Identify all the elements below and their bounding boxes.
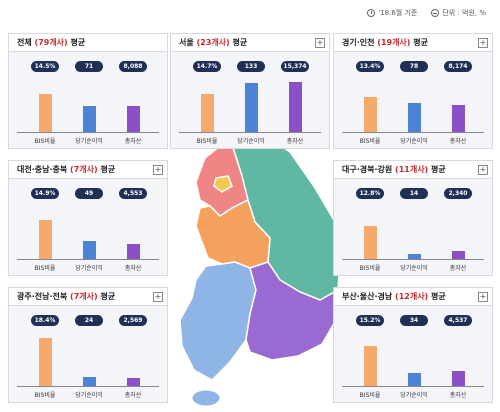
expand-button[interactable]: +	[478, 164, 488, 175]
panel-seoul: 서울 (23개사) 평균 + 14.7% 133 15,374 BIS비율 당기…	[170, 33, 330, 149]
map-region-jeolla	[179, 261, 257, 381]
bar-bis	[364, 97, 377, 132]
value-asset: 4,537	[444, 315, 472, 326]
value-bis: 12.8%	[356, 188, 384, 199]
value-net: 78	[400, 61, 428, 72]
label-bis: BIS비율	[196, 138, 218, 145]
value-bis: 15.2%	[356, 315, 384, 326]
label-bis: BIS비율	[359, 138, 381, 145]
label-asset: 총자산	[286, 138, 304, 145]
value-asset: 2,569	[119, 315, 147, 326]
expand-button[interactable]: +	[478, 291, 488, 302]
label-bis: BIS비율	[34, 392, 56, 399]
value-asset: 2,340	[444, 188, 472, 199]
panel-all: 전체 (79개사) 평균 14.5% 71 8,088 BIS비율 당기순이익 …	[8, 33, 168, 149]
label-bis: BIS비율	[34, 265, 56, 272]
value-bis: 14.5%	[31, 61, 59, 72]
panel-title: 대전·충남·충북 (7개사) 평균	[17, 165, 116, 174]
panel-header: 전체 (79개사) 평균	[9, 34, 167, 52]
value-bis: 14.9%	[31, 188, 59, 199]
panel-title: 광주·전남·전북 (7개사) 평균	[17, 292, 116, 301]
label-net: 당기순이익	[400, 392, 428, 399]
bar-net	[83, 241, 96, 259]
value-net: 34	[400, 315, 428, 326]
bar-asset	[289, 82, 302, 132]
value-net: 71	[75, 61, 103, 72]
label-net: 당기순이익	[400, 265, 428, 272]
label-asset: 총자산	[124, 265, 142, 272]
panel-gwangju-jeonnam-jeonbuk: 광주·전남·전북 (7개사) 평균 + 18.4% 24 2,569 BIS비율…	[8, 287, 168, 403]
bar-asset	[127, 378, 140, 386]
bar-asset	[127, 106, 140, 132]
korea-map	[179, 131, 341, 407]
label-net: 당기순이익	[75, 265, 103, 272]
panel-title: 부산·울산·경남 (12개사) 평균	[342, 292, 446, 301]
value-net: 49	[75, 188, 103, 199]
bar-net	[408, 103, 421, 132]
value-net: 24	[75, 315, 103, 326]
clock-icon	[367, 9, 376, 17]
label-bis: BIS비율	[34, 138, 56, 145]
expand-button[interactable]: +	[478, 37, 488, 48]
bar-net	[83, 377, 96, 386]
label-net: 당기순이익	[237, 138, 265, 145]
header-notes: '18.6월 기준 단위 : 억원, %	[367, 8, 486, 18]
bar-asset	[452, 105, 465, 132]
bar-bis	[201, 94, 214, 132]
bar-asset	[127, 244, 140, 259]
bar-asset	[452, 251, 465, 259]
panel-title: 전체 (79개사) 평균	[17, 38, 86, 47]
label-net: 당기순이익	[400, 138, 428, 145]
date-note-text: '18.6월 기준	[378, 9, 418, 17]
label-asset: 총자산	[124, 138, 142, 145]
value-bis: 14.7%	[193, 61, 221, 72]
label-asset: 총자산	[449, 392, 467, 399]
panel-title: 경기·인천 (19개사) 평균	[342, 38, 428, 47]
value-asset: 8,088	[119, 61, 147, 72]
value-net: 14	[400, 188, 428, 199]
label-bis: BIS비율	[359, 265, 381, 272]
unit-icon	[431, 9, 440, 17]
expand-button[interactable]: +	[153, 164, 163, 175]
value-asset: 4,553	[119, 188, 147, 199]
bar-bis	[39, 94, 52, 132]
bar-net	[245, 83, 258, 132]
expand-button[interactable]: +	[153, 291, 163, 302]
value-bis: 13.4%	[356, 61, 384, 72]
bar-bis	[39, 338, 52, 386]
panel-title: 서울 (23개사) 평균	[179, 38, 248, 47]
expand-button[interactable]: +	[315, 37, 325, 48]
value-bis: 18.4%	[31, 315, 59, 326]
panel-busan-ulsan-gyeongnam: 부산·울산·경남 (12개사) 평균 + 15.2% 34 4,537 BIS비…	[333, 287, 493, 403]
unit-note-text: 단위 : 억원, %	[442, 9, 486, 17]
date-note: '18.6월 기준	[367, 8, 417, 18]
panel-gyeonggi-incheon: 경기·인천 (19개사) 평균 + 13.4% 78 8,174 BIS비율 당…	[333, 33, 493, 149]
label-bis: BIS비율	[359, 392, 381, 399]
label-net: 당기순이익	[75, 138, 103, 145]
panel-daegu-gyeongbuk-gangwon: 대구·경북·강원 (11개사) 평균 + 12.8% 14 2,340 BIS비…	[333, 160, 493, 276]
label-net: 당기순이익	[75, 392, 103, 399]
label-asset: 총자산	[449, 138, 467, 145]
label-asset: 총자산	[449, 265, 467, 272]
panel-daejeon-chungnam-chungbuk: 대전·충남·충북 (7개사) 평균 + 14.9% 49 4,553 BIS비율…	[8, 160, 168, 276]
bar-bis	[39, 220, 52, 259]
unit-note: 단위 : 억원, %	[431, 8, 486, 18]
bar-bis	[364, 226, 377, 259]
map-region-jeju	[191, 389, 221, 407]
value-asset: 8,174	[444, 61, 472, 72]
label-asset: 총자산	[124, 392, 142, 399]
value-net: 133	[237, 61, 265, 72]
value-asset: 15,374	[281, 61, 309, 72]
bar-asset	[452, 371, 465, 386]
bar-bis	[364, 346, 377, 386]
panel-title: 대구·경북·강원 (11개사) 평균	[342, 165, 446, 174]
bar-net	[408, 373, 421, 386]
bar-net	[83, 106, 96, 132]
